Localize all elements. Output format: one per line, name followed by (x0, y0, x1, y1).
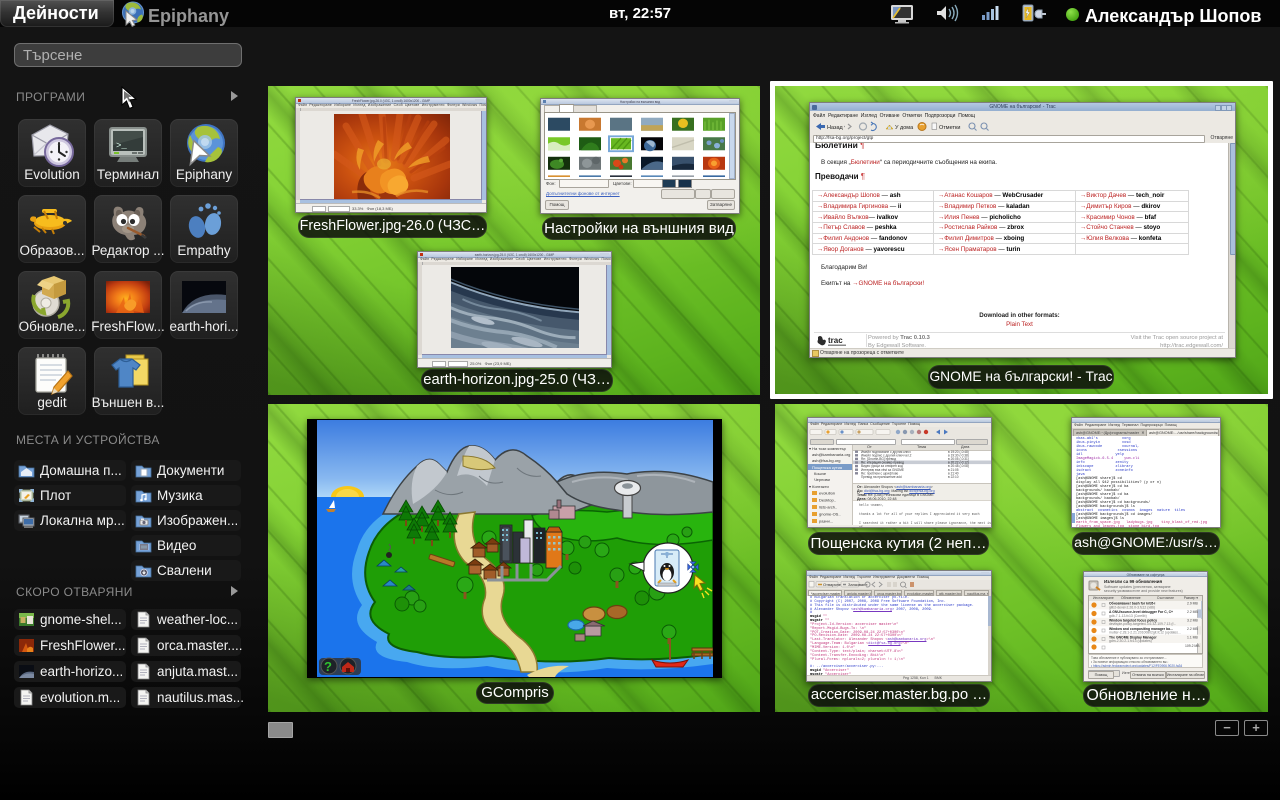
svg-text:1.1 MB: 1.1 MB (1187, 635, 1198, 639)
svg-text:evolution: evolution (819, 491, 835, 496)
svg-text:trac: trac (828, 336, 843, 345)
svg-text:glib2-devel-2.26.0-3.fc12 (x86: glib2-devel-2.26.0-3.fc12 (x86) (1109, 605, 1155, 609)
svg-text:2.2 MB: 2.2 MB (1187, 610, 1198, 614)
svg-text:У дома: У дома (895, 125, 914, 131)
svg-text:?: ? (324, 659, 332, 674)
svg-text:gdm-2.30.2-1.fc13 (updates): gdm-2.30.2-1.fc13 (updates) (1109, 639, 1152, 643)
svg-text:gdb-7.1-13.fc13 (Corelib): gdb-7.1-13.fc13 (Corelib) (1109, 614, 1147, 618)
svg-text:devilspie-policy-targeted-3.6.: devilspie-policy-targeted-3.6.32-109.7.1… (1109, 622, 1176, 626)
svg-text:gnome-OS..: gnome-OS.. (819, 512, 841, 517)
svg-text:Отметки: Отметки (939, 125, 960, 131)
svg-text:2.2 MB: 2.2 MB (1187, 627, 1198, 631)
svg-text:mutter-2.28.1-2.21.20100802git: mutter-2.28.1-2.21.20100802git.fc12 (upd… (1109, 631, 1181, 635)
svg-text:3.2 MB: 3.2 MB (1187, 618, 1198, 622)
svg-text:разни...: разни... (819, 519, 833, 524)
svg-text:Назад: Назад (827, 125, 844, 131)
svg-text:>_: >_ (116, 141, 127, 151)
svg-text:Desktop..: Desktop.. (819, 498, 836, 503)
svg-text:Превод на приложение add: Превод на приложение add (861, 475, 902, 479)
svg-text:109.2 MB: 109.2 MB (1185, 644, 1200, 648)
svg-text:lists-arch..: lists-arch.. (819, 505, 837, 510)
svg-text:2.9 MB: 2.9 MB (1187, 602, 1198, 606)
svg-text:в 22:10: в 22:10 (948, 475, 959, 479)
